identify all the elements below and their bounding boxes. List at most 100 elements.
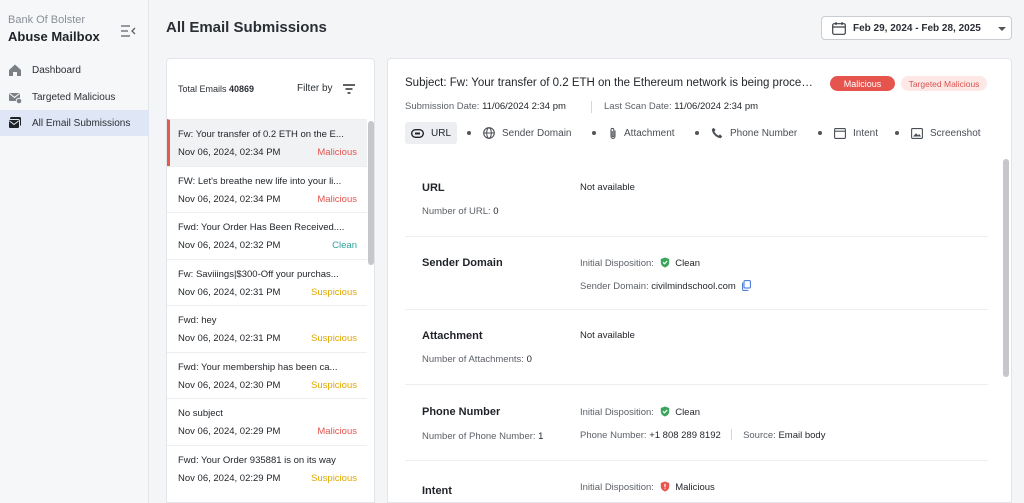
- list-item-date: Nov 06, 2024, 02:29 PM: [178, 472, 281, 484]
- list-item[interactable]: Fwd: hey Nov 06, 2024, 02:31 PM Suspicio…: [167, 305, 367, 352]
- separator-dot: [592, 131, 596, 135]
- link-icon: [411, 128, 424, 138]
- phone-source-value: Email body: [778, 430, 826, 441]
- list-scrollbar[interactable]: [368, 121, 374, 265]
- chevron-down-icon: [998, 27, 1006, 31]
- tab-label: Attachment: [624, 127, 675, 139]
- sender-domain-label: Sender Domain:: [580, 281, 649, 292]
- list-item-subject: FW: Let's breathe new life into your li.…: [178, 175, 342, 187]
- targeted-badge: Targeted Malicious: [901, 76, 987, 91]
- sender-domain: Sender Domain: civilmindschool.com: [580, 280, 754, 292]
- tab-label: Sender Domain: [502, 127, 572, 139]
- submission-date: Submission Date: 11/06/2024 2:34 pm: [405, 101, 566, 112]
- disposition-label: Initial Disposition:: [580, 407, 654, 418]
- list-item[interactable]: Fw: Saviiings|$300-Off your purchas... N…: [167, 258, 367, 306]
- shield-check-icon: [660, 257, 669, 268]
- tab-intent[interactable]: Intent: [834, 122, 878, 144]
- url-count: Number of URL: 0: [422, 206, 499, 217]
- last-scan-date: Last Scan Date: 11/06/2024 2:34 pm: [604, 101, 758, 112]
- total-emails-label: Total Emails: [178, 84, 227, 94]
- phone-number: Phone Number: +1 808 289 8192 Source: Em…: [580, 429, 825, 441]
- mail-stack-icon: [8, 117, 21, 129]
- sidebar-item-targeted-malicious[interactable]: Targeted Malicious: [0, 84, 149, 110]
- submission-date-label: Submission Date:: [405, 101, 480, 112]
- home-icon: [9, 64, 21, 76]
- disposition-value: Clean: [675, 258, 701, 269]
- separator-dot: [895, 131, 899, 135]
- list-item-date: Nov 06, 2024, 02:34 PM: [178, 147, 281, 158]
- separator-dot: [695, 131, 699, 135]
- email-list-panel: Total Emails 40869 Filter by Fw: Your tr…: [166, 58, 375, 503]
- last-scan-date-value: 11/06/2024 2:34 pm: [674, 101, 759, 112]
- sidebar-item-all-email-submissions[interactable]: All Email Submissions: [0, 110, 149, 136]
- list-item-subject: Fwd: Your Order 935881 is on its way: [178, 454, 336, 466]
- alert-mail-icon: [9, 93, 22, 104]
- window-icon: [834, 127, 846, 139]
- status-badge: Clean: [332, 240, 357, 251]
- phone-number-value: +1 808 289 8192: [649, 430, 721, 441]
- tab-url[interactable]: URL: [405, 122, 458, 144]
- list-item[interactable]: No subject Nov 06, 2024, 02:29 PM Malici…: [167, 398, 367, 445]
- separator-dot: [467, 131, 471, 135]
- disposition-value: Malicious: [675, 482, 715, 493]
- list-item[interactable]: Fwd: Your membership has been ca... Nov …: [167, 351, 367, 399]
- sender-domain-section: Sender Domain Initial Disposition: Clean…: [405, 237, 988, 310]
- list-item[interactable]: Fwd: Your Order Has Been Received.... No…: [167, 212, 367, 259]
- list-item-date: Nov 06, 2024, 02:32 PM: [178, 240, 281, 251]
- phone-number-section: Phone Number Number of Phone Number: 1 I…: [405, 385, 988, 461]
- tab-screenshot[interactable]: Screenshot: [911, 122, 981, 144]
- email-detail-panel: Subject: Fw: Your transfer of 0.2 ETH on…: [387, 58, 1012, 503]
- list-item[interactable]: Fwd: Your Order 935881 is on its way Nov…: [167, 444, 367, 492]
- divider: [591, 101, 592, 113]
- list-item-subject: No subject: [178, 408, 223, 419]
- list-item-subject: Fwd: Your membership has been ca...: [178, 361, 338, 373]
- section-title: Phone Number: [422, 406, 501, 418]
- tab-label: Screenshot: [930, 127, 981, 139]
- paperclip-icon: [610, 127, 616, 139]
- list-item-date: Nov 06, 2024, 02:29 PM: [178, 426, 281, 437]
- status-badge: Suspicious: [311, 333, 357, 344]
- list-item-date: Nov 06, 2024, 02:31 PM: [178, 286, 281, 298]
- url-count-value: 0: [493, 206, 499, 217]
- tab-attachment[interactable]: Attachment: [609, 122, 675, 144]
- tab-phone-number[interactable]: Phone Number: [711, 122, 797, 144]
- filter-by-label[interactable]: Filter by: [297, 83, 333, 94]
- page-title: All Email Submissions: [166, 19, 327, 36]
- calendar-icon: [832, 22, 846, 35]
- list-item-date: Nov 06, 2024, 02:34 PM: [178, 193, 281, 205]
- detail-scrollbar[interactable]: [1003, 159, 1009, 377]
- divider: [731, 429, 733, 440]
- last-scan-date-label: Last Scan Date:: [604, 101, 672, 112]
- collapse-sidebar-icon[interactable]: [120, 24, 136, 38]
- status-badge: Suspicious: [311, 286, 357, 298]
- date-range-picker[interactable]: Feb 29, 2024 - Feb 28, 2025: [821, 16, 1012, 40]
- mailbox-name: Abuse Mailbox: [8, 29, 100, 44]
- list-item-subject: Fwd: hey: [178, 315, 217, 326]
- sidebar-item-dashboard[interactable]: Dashboard: [0, 57, 149, 83]
- sender-disposition: Initial Disposition: Clean: [580, 257, 700, 269]
- section-title: URL: [422, 182, 445, 194]
- date-range-value: Feb 29, 2024 - Feb 28, 2025: [853, 23, 981, 34]
- phone-icon: [711, 127, 723, 139]
- disposition-label: Initial Disposition:: [580, 482, 654, 493]
- list-item[interactable]: Fw: Your transfer of 0.2 ETH on the E...…: [167, 119, 367, 166]
- url-count-label: Number of URL:: [422, 206, 491, 217]
- globe-icon: [483, 127, 495, 139]
- shield-alert-icon: [660, 481, 669, 492]
- intent-disposition: Initial Disposition: Malicious: [580, 481, 715, 493]
- tab-sender-domain[interactable]: Sender Domain: [483, 122, 571, 144]
- status-badge: Malicious: [317, 193, 357, 205]
- disposition-value: Clean: [675, 407, 701, 418]
- list-item[interactable]: FW: Let's breathe new life into your li.…: [167, 165, 367, 213]
- copy-icon[interactable]: [741, 280, 752, 291]
- list-item-date: Nov 06, 2024, 02:31 PM: [178, 333, 281, 344]
- sidebar: Bank Of Bolster Abuse Mailbox Dashboard …: [0, 0, 149, 503]
- submission-date-value: 11/06/2024 2:34 pm: [482, 101, 566, 112]
- section-title: Intent: [422, 485, 452, 497]
- phone-number-label: Phone Number:: [580, 430, 647, 441]
- attachment-value: Not available: [580, 330, 635, 341]
- attachment-count-label: Number of Attachments:: [422, 354, 524, 365]
- filter-icon[interactable]: [343, 84, 355, 94]
- phone-disposition: Initial Disposition: Clean: [580, 406, 700, 418]
- disposition-label: Initial Disposition:: [580, 258, 654, 269]
